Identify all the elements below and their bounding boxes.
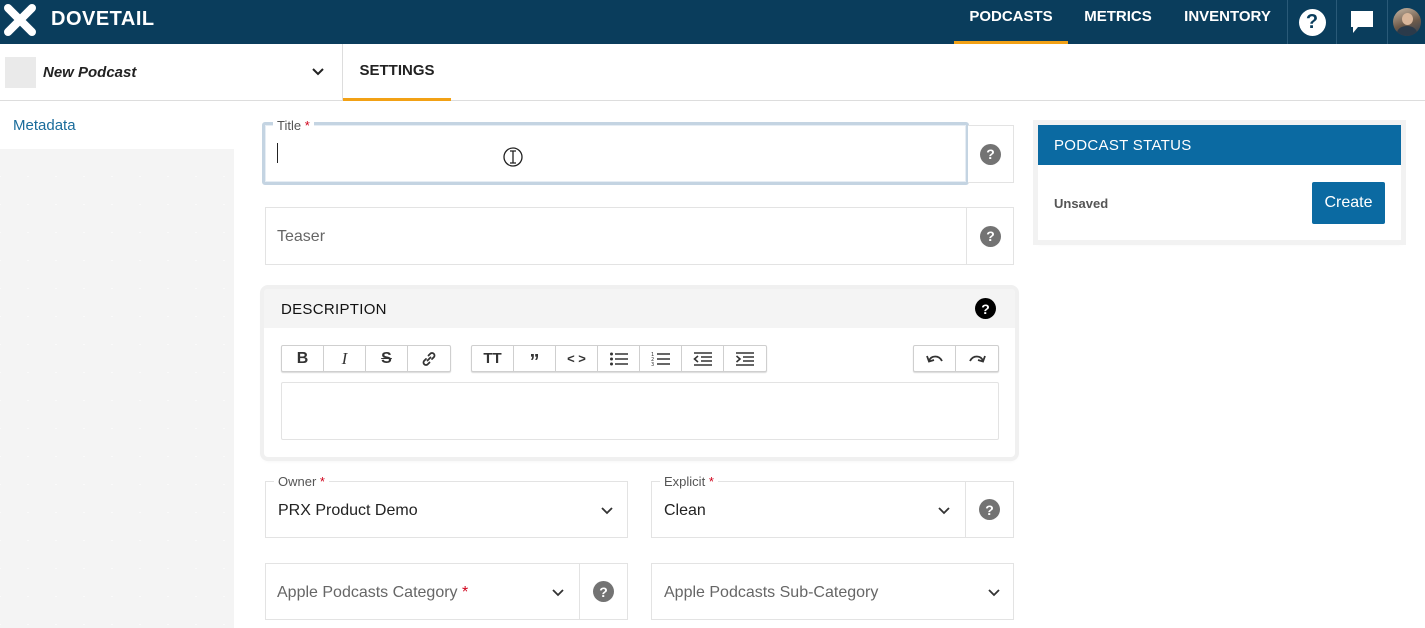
heading-icon: TT [483,350,502,367]
create-button[interactable]: Create [1312,182,1385,224]
owner-label: Owner * [274,474,329,489]
undo-icon [925,355,943,363]
teaser-field[interactable]: Teaser ? [265,207,1014,265]
blockquote-icon: ” [529,350,540,373]
explicit-label: Explicit * [660,474,718,489]
italic-button[interactable]: I [324,346,366,371]
sidebar-background [0,149,234,628]
sidebar-item-metadata[interactable]: Metadata [13,117,76,134]
title-field[interactable] [262,122,969,185]
outdent-icon [692,351,712,366]
feedback-icon [1351,11,1373,33]
ordered-list-icon: 1 2 3 [651,352,670,367]
undo-button[interactable] [914,346,956,371]
description-header: DESCRIPTION ? [264,289,1015,328]
owner-value: PRX Product Demo [278,502,418,519]
link-icon [422,351,436,366]
block-toolbar-group: TT ” < > 1 2 3 [471,345,767,372]
format-toolbar-group: B I S [281,345,451,372]
bullet-list-icon [609,352,628,365]
ordered-list-button[interactable]: 1 2 3 [640,346,682,371]
code-icon: < > [567,351,586,366]
bold-button[interactable]: B [282,346,324,371]
user-menu-button[interactable] [1388,0,1425,44]
explicit-value: Clean [664,502,706,519]
feedback-button[interactable] [1337,0,1387,44]
category-help-button[interactable]: ? [579,564,627,619]
heading-button[interactable]: TT [472,346,514,371]
italic-icon: I [341,348,348,368]
podcast-subbar: New Podcast SETTINGS [0,44,1425,101]
category-placeholder: Apple Podcasts Category * [277,584,469,601]
category-select[interactable]: Apple Podcasts Category * ? [265,563,628,620]
status-badge: Unsaved [1054,196,1109,211]
brand-name[interactable]: DOVETAIL [51,8,155,31]
blockquote-button[interactable]: ” [514,346,556,373]
subcategory-select[interactable]: Apple Podcasts Sub-Category [651,563,1014,620]
top-navigation-bar: DOVETAIL PODCASTS METRICS INVENTORY ? [0,0,1425,44]
help-icon[interactable]: ? [975,298,996,319]
teaser-placeholder: Teaser [277,228,326,245]
explicit-select[interactable]: Clean ? [651,481,1014,538]
description-heading: DESCRIPTION [281,301,387,318]
help-icon: ? [593,581,614,602]
redo-button[interactable] [956,346,998,371]
redo-icon [969,355,986,363]
link-button[interactable] [408,346,450,371]
nav-podcasts[interactable]: PODCASTS [954,0,1068,44]
chevron-down-icon [552,589,564,597]
description-textarea[interactable] [281,382,999,440]
indent-button[interactable] [724,346,766,371]
chevron-down-icon [601,507,613,515]
description-editor: DESCRIPTION ? B I S TT ” < > 1 2 3 [264,289,1015,457]
podcast-thumbnail [5,57,36,88]
history-toolbar-group [913,345,999,372]
podcast-status-card: PODCAST STATUS Unsaved Create [1038,125,1401,240]
strikethrough-icon: S [381,349,392,367]
status-heading: PODCAST STATUS [1038,125,1401,165]
title-help-button[interactable]: ? [968,126,1013,182]
nav-inventory[interactable]: INVENTORY [1168,0,1287,44]
chevron-down-icon[interactable] [308,62,328,82]
nav-metrics[interactable]: METRICS [1068,0,1168,44]
strikethrough-button[interactable]: S [366,346,408,371]
code-button[interactable]: < > [556,346,598,371]
podcast-name[interactable]: New Podcast [43,64,136,81]
help-icon: ? [980,225,1001,247]
chevron-down-icon [988,589,1000,597]
help-icon: ? [979,499,1000,520]
bullet-list-button[interactable] [598,346,640,371]
dovetail-logo-icon[interactable] [4,4,36,36]
help-icon: ? [980,143,1001,165]
help-icon: ? [1298,8,1326,36]
outdent-button[interactable] [682,346,724,371]
teaser-help-button[interactable]: ? [966,208,1014,264]
help-button[interactable]: ? [1288,0,1336,44]
text-caret [277,143,278,163]
title-label: Title * [273,118,314,133]
text-cursor-icon [503,147,523,167]
indent-icon [735,351,754,366]
explicit-help-button[interactable]: ? [965,482,1013,537]
bold-icon: B [296,349,309,367]
tab-settings[interactable]: SETTINGS [343,44,451,101]
owner-select[interactable]: PRX Product Demo [265,481,628,538]
chevron-down-icon [938,507,950,515]
svg-text:3: 3 [651,362,654,367]
subcategory-placeholder: Apple Podcasts Sub-Category [664,584,879,601]
avatar [1392,8,1421,36]
